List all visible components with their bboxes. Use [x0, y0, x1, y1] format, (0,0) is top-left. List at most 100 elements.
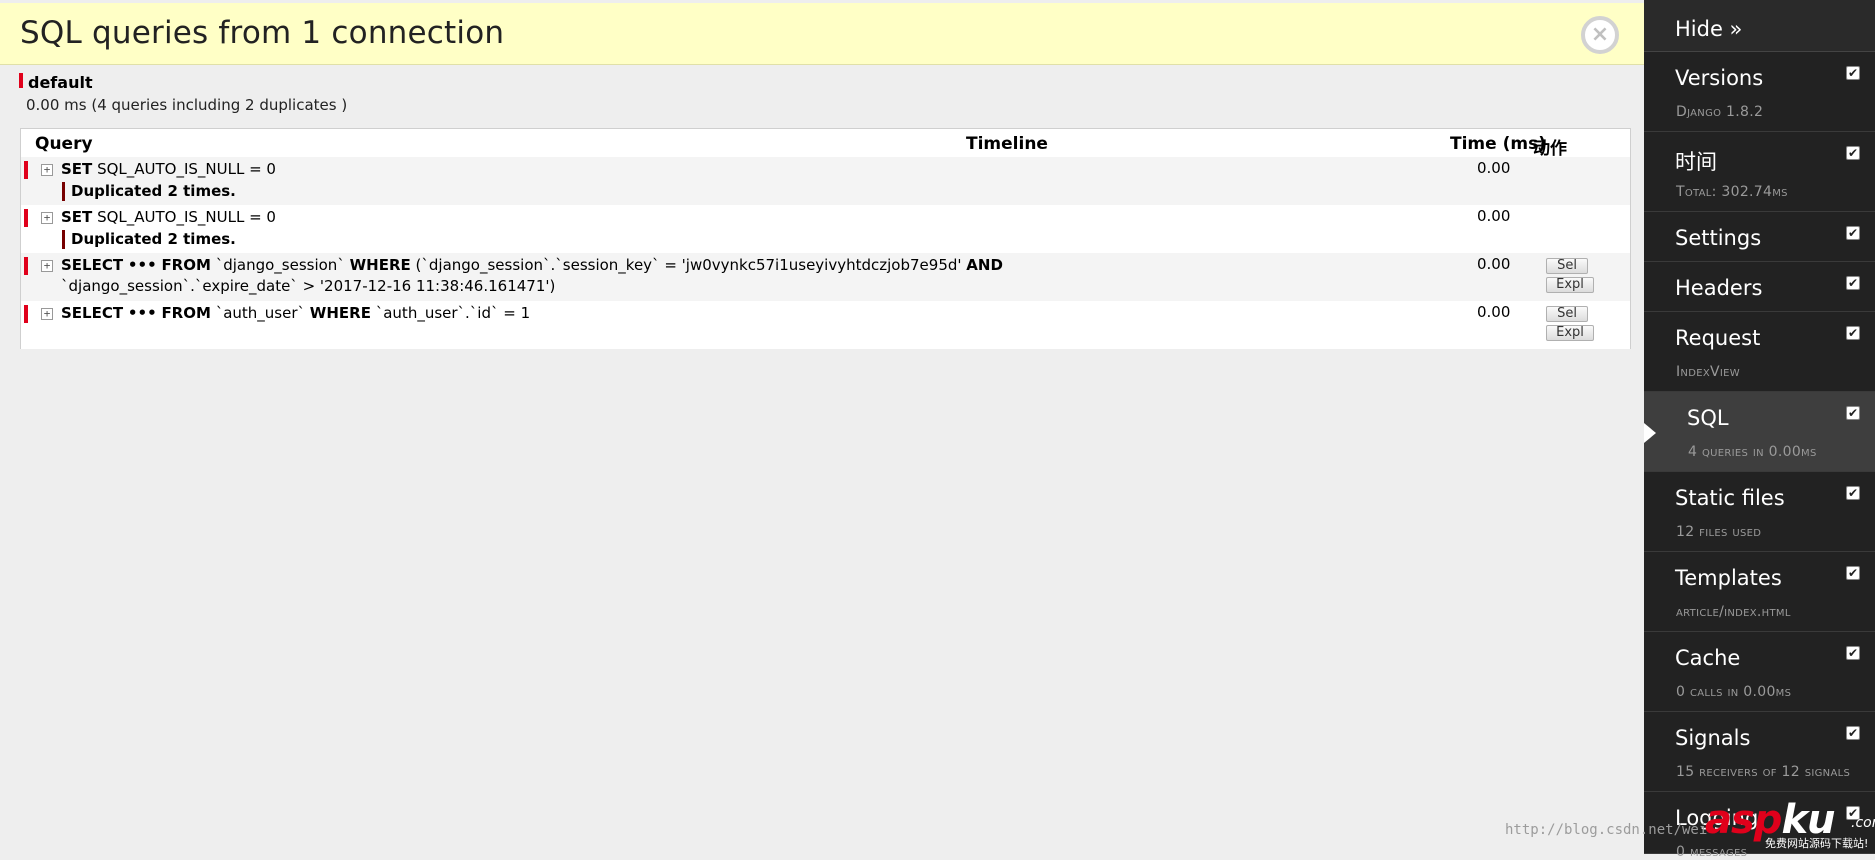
expand-toggle-icon[interactable]: +	[41, 260, 53, 272]
sql-keyword: SELECT	[61, 304, 124, 322]
column-header-actions: 动作	[1533, 139, 1567, 159]
toolbar-panel-signals[interactable]: Signals 15 receivers of 12 signals ✔	[1644, 712, 1875, 792]
close-icon[interactable]: ×	[1581, 16, 1619, 54]
query-color-marker	[24, 209, 28, 227]
panel-checkbox[interactable]: ✔	[1846, 646, 1860, 660]
query-color-marker	[24, 161, 28, 179]
panel-checkbox[interactable]: ✔	[1846, 406, 1860, 420]
panel-title-bar: SQL queries from 1 connection ×	[0, 3, 1644, 65]
table-row: + SET SQL_AUTO_IS_NULL = 0 Duplicated 2 …	[21, 205, 1630, 253]
sql-keyword: FROM	[161, 256, 211, 274]
sql-keyword: SET	[61, 208, 93, 226]
sql-keyword: FROM	[161, 304, 211, 322]
query-sql[interactable]: SELECT ••• FROM `auth_user` WHERE `auth_…	[61, 303, 530, 324]
sql-panel: SQL queries from 1 connection × default …	[0, 0, 1644, 854]
ellipsis-icon[interactable]: •••	[128, 256, 157, 274]
sql-keyword: SELECT	[61, 256, 124, 274]
panel-checkbox[interactable]: ✔	[1846, 566, 1860, 580]
query-time: 0.00	[1477, 207, 1511, 225]
panel-checkbox[interactable]: ✔	[1846, 726, 1860, 740]
active-panel-arrow-icon	[1644, 423, 1656, 443]
query-sql[interactable]: SELECT ••• FROM `django_session` WHERE (…	[61, 255, 1003, 276]
explain-button[interactable]: Expl	[1546, 277, 1594, 293]
logo-tagline: 免费网站源码下载站!	[1765, 837, 1869, 850]
query-sql[interactable]: SET SQL_AUTO_IS_NULL = 0	[61, 159, 276, 180]
watermark-logo: aspku .com 免费网站源码下载站!	[1705, 797, 1875, 852]
toolbar-panel-headers[interactable]: Headers ✔	[1644, 262, 1875, 312]
watermark-url: http://blog.csdn.net/wei	[1505, 822, 1708, 838]
sql-keyword: WHERE	[309, 304, 371, 322]
toolbar-panel-request[interactable]: Request IndexView ✔	[1644, 312, 1875, 392]
duplicate-marker	[62, 230, 65, 249]
duplicate-note: Duplicated 2 times.	[71, 230, 236, 248]
panel-title: Versions	[1675, 66, 1764, 90]
panel-title: Headers	[1675, 276, 1763, 300]
sql-condition: `auth_user`.`id` = 1	[375, 304, 531, 322]
duplicate-note: Duplicated 2 times.	[71, 182, 236, 200]
query-color-marker	[24, 257, 28, 275]
panel-checkbox[interactable]: ✔	[1846, 226, 1860, 240]
panel-subtitle: article/index.html	[1676, 604, 1791, 620]
panel-subtitle: Total: 302.74ms	[1676, 184, 1788, 200]
sql-condition: `django_session`.`expire_date` > '2017-1…	[61, 277, 556, 295]
toolbar-panel-cache[interactable]: Cache 0 calls in 0.00ms ✔	[1644, 632, 1875, 712]
panel-checkbox[interactable]: ✔	[1846, 326, 1860, 340]
column-header-time[interactable]: Time (ms)	[1450, 134, 1546, 154]
panel-title: SQL	[1687, 406, 1729, 430]
panel-checkbox[interactable]: ✔	[1846, 66, 1860, 80]
toolbar-panel-templates[interactable]: Templates article/index.html ✔	[1644, 552, 1875, 632]
sql-keyword: AND	[966, 256, 1003, 274]
panel-title: Signals	[1675, 726, 1751, 750]
explain-button[interactable]: Expl	[1546, 325, 1594, 341]
select-button[interactable]: Sel	[1546, 306, 1588, 322]
panel-title: SQL queries from 1 connection	[20, 15, 505, 51]
toolbar-panel-versions[interactable]: Versions Django 1.8.2 ✔	[1644, 52, 1875, 132]
panel-title: Templates	[1675, 566, 1782, 590]
duplicate-marker	[62, 182, 65, 201]
panel-subtitle: IndexView	[1676, 364, 1740, 380]
table-row: + SELECT ••• FROM `auth_user` WHERE `aut…	[21, 301, 1630, 349]
panel-title: Static files	[1675, 486, 1785, 510]
expand-toggle-icon[interactable]: +	[41, 308, 53, 320]
column-header-timeline[interactable]: Timeline	[966, 134, 1048, 154]
column-header-query[interactable]: Query	[35, 134, 93, 154]
sql-condition: (`django_session`.`session_key` = 'jw0vy…	[415, 256, 962, 274]
ellipsis-icon[interactable]: •••	[128, 304, 157, 322]
select-button[interactable]: Sel	[1546, 258, 1588, 274]
panel-checkbox[interactable]: ✔	[1846, 276, 1860, 290]
query-sql[interactable]: SET SQL_AUTO_IS_NULL = 0	[61, 207, 276, 228]
panel-subtitle: 0 calls in 0.00ms	[1676, 684, 1792, 700]
toolbar-panel-settings[interactable]: Settings ✔	[1644, 212, 1875, 262]
panel-title: Request	[1675, 326, 1761, 350]
query-time: 0.00	[1477, 303, 1511, 321]
query-table: Query Timeline Time (ms) 动作 + SET SQL_AU…	[20, 128, 1631, 349]
panel-subtitle: 12 files used	[1676, 524, 1762, 540]
sql-text: SQL_AUTO_IS_NULL = 0	[97, 208, 276, 226]
panel-subtitle: 4 queries in 0.00ms	[1688, 444, 1817, 460]
sql-keyword: SET	[61, 160, 93, 178]
hide-toolbar-button[interactable]: Hide »	[1644, 0, 1875, 52]
toolbar-panel-time[interactable]: 时间 Total: 302.74ms ✔	[1644, 132, 1875, 212]
sql-keyword: WHERE	[349, 256, 411, 274]
query-color-marker	[24, 305, 28, 323]
connection-name: default	[28, 73, 93, 92]
panel-title: Cache	[1675, 646, 1741, 670]
panel-title: 时间	[1675, 150, 1717, 174]
sql-text: SQL_AUTO_IS_NULL = 0	[97, 160, 276, 178]
connection-color-marker	[19, 73, 23, 88]
expand-toggle-icon[interactable]: +	[41, 212, 53, 224]
panel-checkbox[interactable]: ✔	[1846, 486, 1860, 500]
table-row: + SET SQL_AUTO_IS_NULL = 0 Duplicated 2 …	[21, 157, 1630, 205]
hide-toolbar-label: Hide »	[1675, 17, 1743, 41]
sql-table: `django_session`	[215, 256, 345, 274]
expand-toggle-icon[interactable]: +	[41, 164, 53, 176]
toolbar-panel-static-files[interactable]: Static files 12 files used ✔	[1644, 472, 1875, 552]
panel-title: Settings	[1675, 226, 1762, 250]
connection-summary: 0.00 ms (4 queries including 2 duplicate…	[26, 96, 348, 114]
query-time: 0.00	[1477, 255, 1511, 273]
debug-toolbar: Hide » Versions Django 1.8.2 ✔ 时间 Total:…	[1644, 0, 1875, 860]
toolbar-panel-sql[interactable]: SQL 4 queries in 0.00ms ✔	[1644, 392, 1875, 472]
table-row: + SELECT ••• FROM `django_session` WHERE…	[21, 253, 1630, 301]
panel-checkbox[interactable]: ✔	[1846, 146, 1860, 160]
panel-subtitle: 15 receivers of 12 signals	[1676, 764, 1851, 780]
